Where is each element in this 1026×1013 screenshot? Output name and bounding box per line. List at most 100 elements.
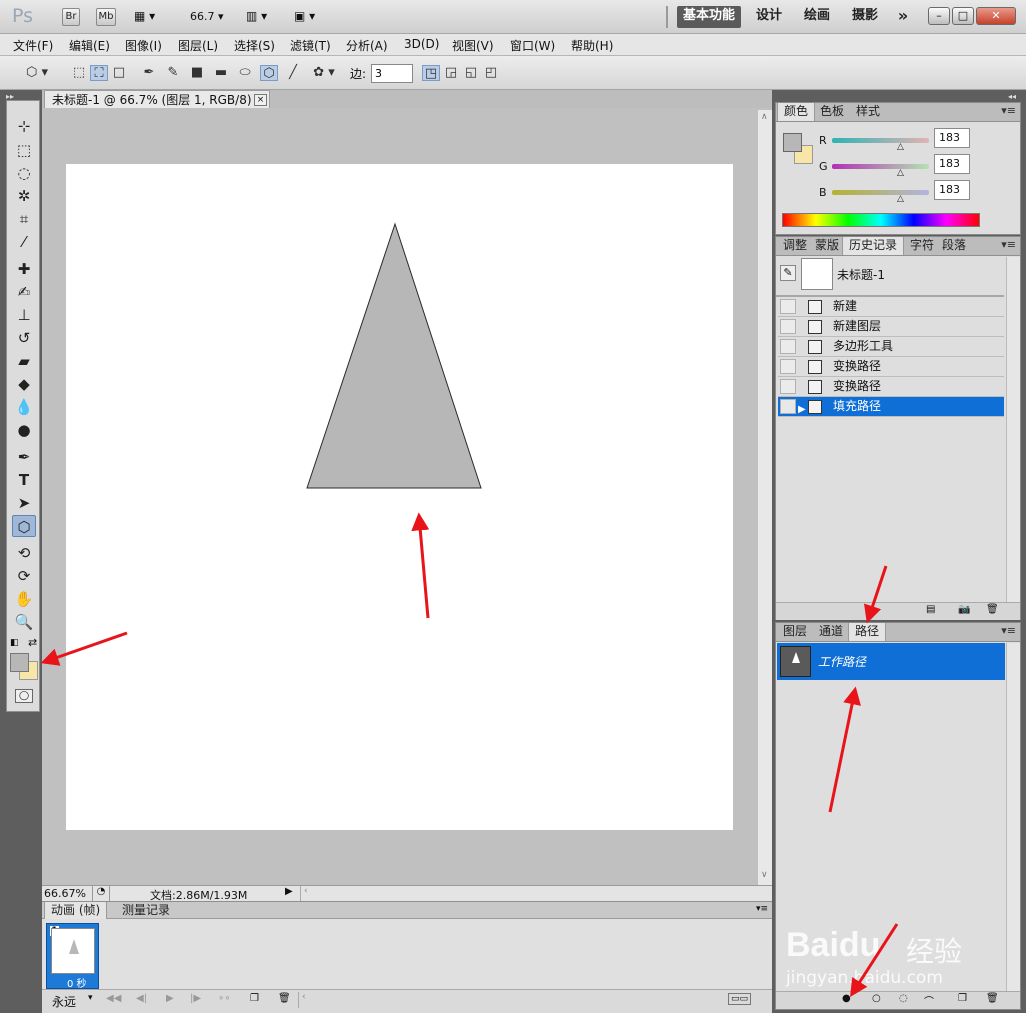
3d-orbit-tool-icon[interactable]: ⟳ — [12, 565, 36, 587]
intersect-shape-icon[interactable]: ◰ — [482, 65, 500, 81]
status-menu-arrow-icon[interactable]: ▶ — [285, 886, 293, 897]
delete-state-icon[interactable]: 🗑 — [986, 604, 999, 615]
brush-tool-icon[interactable]: ✍ — [12, 281, 36, 303]
rounded-rectangle-icon[interactable]: ▬ — [212, 65, 230, 81]
new-document-from-state-icon[interactable]: ▤ — [926, 604, 935, 615]
channel-g-slider[interactable] — [832, 164, 929, 169]
vertical-scrollbar[interactable]: ∧ ∨ — [758, 110, 772, 886]
duplicate-frame-icon[interactable]: ❐ — [250, 993, 259, 1004]
maximize-icon[interactable]: □ — [952, 7, 974, 25]
menu-analysis[interactable]: 分析(A) — [346, 37, 388, 54]
history-checkbox[interactable] — [780, 359, 796, 374]
history-brush-tool-icon[interactable]: ↺ — [12, 327, 36, 349]
loop-option[interactable]: 永远 — [52, 993, 76, 1010]
pen-tool-icon[interactable]: ✒ — [12, 446, 36, 468]
color-spectrum-bar[interactable] — [782, 213, 980, 227]
tween-icon[interactable]: ∘∘ — [218, 993, 231, 1004]
tab-swatches[interactable]: 色板 — [814, 103, 850, 121]
history-checkbox[interactable] — [780, 319, 796, 334]
panel-menu-icon[interactable]: ▾≡ — [756, 904, 768, 914]
shape-layers-icon[interactable]: ⬚ — [70, 65, 88, 81]
first-frame-icon[interactable]: ◀◀ — [106, 993, 121, 1004]
more-workspaces-button[interactable]: » — [892, 6, 914, 28]
type-tool-icon[interactable]: T — [12, 469, 36, 491]
channel-b-slider[interactable] — [832, 190, 929, 195]
workspace-essentials-button[interactable]: 基本功能 — [677, 6, 741, 28]
dodge-tool-icon[interactable]: ● — [12, 419, 36, 441]
menu-filter[interactable]: 滤镜(T) — [290, 37, 331, 54]
menu-view[interactable]: 视图(V) — [452, 37, 494, 54]
menu-file[interactable]: 文件(F) — [13, 37, 53, 54]
horizontal-scrollbar[interactable]: ‹ — [300, 886, 756, 901]
tab-styles[interactable]: 样式 — [850, 103, 886, 121]
zoom-tool-icon[interactable]: 🔍 — [12, 611, 36, 633]
screen-mode-icon[interactable]: ▣ ▾ — [294, 9, 315, 23]
workspace-photography-button[interactable]: 摄影 — [848, 6, 882, 28]
animation-frame[interactable]: 1 0 秒 — [46, 923, 99, 990]
add-shape-icon[interactable]: ◲ — [442, 65, 460, 81]
quick-mask-icon[interactable]: ◯ — [15, 689, 33, 703]
delete-frame-icon[interactable]: 🗑 — [278, 993, 291, 1004]
history-checkbox[interactable] — [780, 299, 796, 314]
history-item[interactable]: 新建 — [778, 297, 1004, 317]
channel-g-value[interactable]: 183 — [934, 154, 970, 174]
menu-window[interactable]: 窗口(W) — [510, 37, 555, 54]
new-snapshot-icon[interactable]: 📷 — [958, 604, 970, 615]
collapse-panels-icon[interactable]: ◂◂ — [1008, 92, 1016, 101]
workspace-design-button[interactable]: 设计 — [752, 6, 786, 28]
custom-shape-icon[interactable]: ✿ ▾ — [308, 65, 340, 81]
paint-bucket-tool-icon[interactable]: ◆ — [12, 373, 36, 395]
channel-r-value[interactable]: 183 — [934, 128, 970, 148]
blur-tool-icon[interactable]: 💧 — [12, 396, 36, 418]
line-shape-icon[interactable]: ╱ — [284, 65, 302, 81]
play-icon[interactable]: ▶ — [166, 993, 174, 1004]
history-item[interactable]: 变换路径 — [778, 357, 1004, 377]
rectangle-shape-icon[interactable]: ■ — [188, 65, 206, 81]
menu-edit[interactable]: 编辑(E) — [69, 37, 110, 54]
tool-preset-picker-icon[interactable]: ⬡ ▾ — [22, 65, 52, 81]
tab-masks[interactable]: 蒙版 — [809, 237, 845, 255]
paths-scrollbar[interactable] — [1006, 643, 1020, 991]
hand-tool-icon[interactable]: ✋ — [12, 588, 36, 610]
history-item[interactable]: 多边形工具 — [778, 337, 1004, 357]
close-window-icon[interactable]: ✕ — [976, 7, 1016, 25]
polygon-tool-icon[interactable]: ⬡ — [12, 515, 36, 537]
tab-color[interactable]: 颜色 — [777, 103, 816, 121]
3d-rotate-tool-icon[interactable]: ⟲ — [12, 542, 36, 564]
make-work-path-icon[interactable]: ⌒ — [924, 993, 934, 1008]
default-colors-icon[interactable]: ◧ — [10, 638, 19, 648]
history-checkbox[interactable] — [780, 339, 796, 354]
subtract-shape-icon[interactable]: ◱ — [462, 65, 480, 81]
stroke-path-icon[interactable]: ○ — [872, 993, 881, 1004]
tab-paths[interactable]: 路径 — [848, 623, 887, 641]
tab-adjustments[interactable]: 调整 — [777, 237, 813, 255]
scroll-up-icon[interactable]: ∧ — [761, 112, 768, 122]
quick-select-tool-icon[interactable]: ✲ — [12, 185, 36, 207]
tab-measurement-log[interactable]: 测量记录 — [116, 902, 176, 920]
fill-pixels-icon[interactable]: □ — [110, 65, 128, 81]
path-selection-tool-icon[interactable]: ➤ — [12, 492, 36, 514]
minimize-icon[interactable]: – — [928, 7, 950, 25]
previous-frame-icon[interactable]: ◀| — [136, 993, 147, 1004]
tab-character[interactable]: 字符 — [904, 237, 940, 255]
timeline-scrollbar[interactable]: ‹ — [298, 992, 720, 1008]
swap-colors-icon[interactable]: ⇄ — [28, 636, 37, 649]
zoom-level[interactable]: 66.7 ▾ — [190, 10, 224, 23]
work-path-row[interactable]: 工作路径 — [777, 643, 1005, 680]
delete-path-icon[interactable]: 🗑 — [986, 993, 999, 1004]
tab-animation-frames[interactable]: 动画 (帧) — [44, 902, 108, 920]
close-document-icon[interactable]: × — [254, 94, 267, 106]
tab-paragraph[interactable]: 段落 — [936, 237, 972, 255]
channel-r-slider[interactable] — [832, 138, 929, 143]
sides-input[interactable] — [371, 64, 413, 83]
history-item[interactable]: 新建图层 — [778, 317, 1004, 337]
workspace-painting-button[interactable]: 绘画 — [800, 6, 834, 28]
timeline-mode-icon[interactable]: ▭▭ — [728, 993, 752, 1005]
frame-delay[interactable]: 0 秒 — [67, 975, 87, 990]
channel-b-thumb[interactable]: △ — [897, 194, 904, 204]
menu-select[interactable]: 选择(S) — [234, 37, 275, 54]
history-scrollbar[interactable] — [1006, 257, 1020, 602]
snapshot-name[interactable]: 未标题-1 — [837, 266, 885, 283]
healing-brush-tool-icon[interactable]: ✚ — [12, 258, 36, 280]
history-panel-menu-icon[interactable]: ▾≡ — [1001, 238, 1016, 251]
